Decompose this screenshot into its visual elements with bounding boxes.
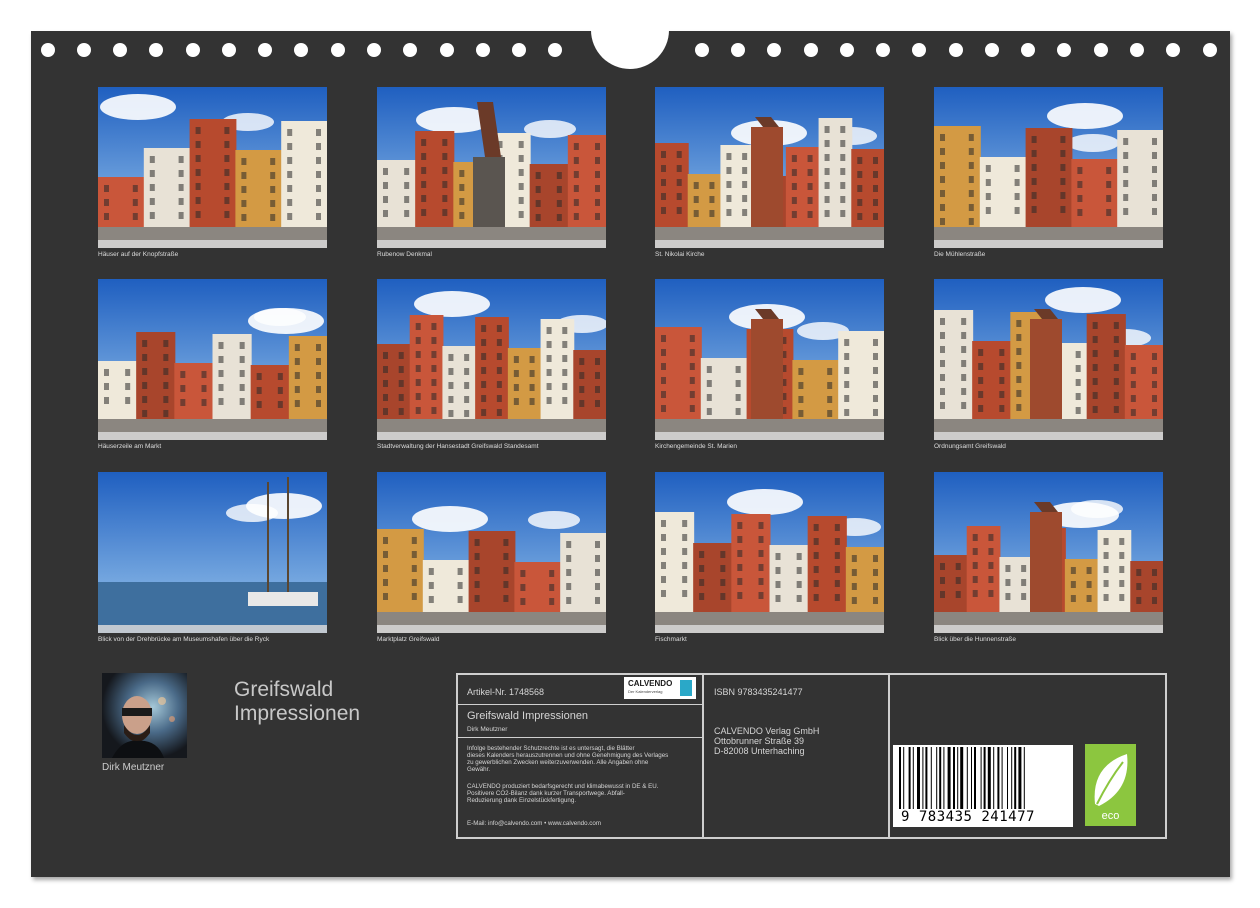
binding-hole xyxy=(876,43,890,57)
eco-line: CALVENDO produziert bedarfsgerecht und k… xyxy=(467,783,659,790)
binding-hole xyxy=(1130,43,1144,57)
binding-hole xyxy=(1203,43,1217,57)
calendar-thumbnail xyxy=(98,279,327,440)
photo-caption: Häuserzeile am Markt xyxy=(98,443,162,450)
product-title: Greifswald Impressionen xyxy=(467,710,589,722)
calendar-back-page: Häuser auf der Knopfstraße Rubenow Denkma… xyxy=(31,29,1230,877)
photo-caption: St. Nikolai Kirche xyxy=(655,251,705,258)
author-portrait xyxy=(102,673,187,758)
barcode-bars xyxy=(899,747,1025,809)
legal-line: Gewähr. xyxy=(467,766,491,773)
binding-hole xyxy=(731,43,745,57)
binding-hole xyxy=(695,43,709,57)
calendar-title-line-2: Impressionen xyxy=(234,702,361,725)
calendar-thumbnail xyxy=(655,87,884,248)
photo-caption: Stadtverwaltung der Hansestadt Greifswal… xyxy=(377,443,539,450)
calendar-thumbnail xyxy=(377,279,606,440)
photo-caption: Häuser auf der Knopfstraße xyxy=(98,251,179,258)
calendar-thumbnail xyxy=(655,472,884,633)
binding-hole xyxy=(840,43,854,57)
binding-hole xyxy=(186,43,200,57)
publisher-address: CALVENDO Verlag GmbH Ottobrunner Straße … xyxy=(714,726,819,756)
calendar-thumbnail xyxy=(655,279,884,440)
photo-caption: Blick über die Hunnenstraße xyxy=(934,636,1017,643)
calendar-title-line-1: Greifswald xyxy=(234,678,334,701)
binding-hole xyxy=(440,43,454,57)
calendar-thumbnail xyxy=(98,87,327,248)
binding-hole xyxy=(912,43,926,57)
photo-caption: Blick von der Drehbrücke am Museumshafen… xyxy=(98,636,270,643)
divider xyxy=(458,737,702,738)
binding-hole xyxy=(41,43,55,57)
binding-hole xyxy=(222,43,236,57)
photo-caption: Marktplatz Greifswald xyxy=(377,636,440,643)
logo-subtitle: Der Kalenderverlag xyxy=(628,689,663,694)
photo-caption: Ordnungsamt Greifswald xyxy=(934,443,1006,450)
calendar-thumbnail xyxy=(934,87,1163,248)
calendar-thumbnail xyxy=(377,472,606,633)
photo-caption: Fischmarkt xyxy=(655,636,687,643)
binding-hole xyxy=(403,43,417,57)
calvendo-logo: CALVENDO Der Kalenderverlag xyxy=(624,677,696,699)
address-line: CALVENDO Verlag GmbH xyxy=(714,726,820,736)
address-line: Ottobrunner Straße 39 xyxy=(714,736,805,746)
calendar-thumbnail xyxy=(934,279,1163,440)
binding-hole xyxy=(1094,43,1108,57)
binding-hole xyxy=(1021,43,1035,57)
author-name: Dirk Meutzner xyxy=(102,762,165,773)
binding-hole xyxy=(1166,43,1180,57)
binding-hole xyxy=(804,43,818,57)
logo-wordmark: CALVENDO xyxy=(628,679,673,688)
binding-hole xyxy=(767,43,781,57)
binding-hole xyxy=(331,43,345,57)
binding-hole xyxy=(294,43,308,57)
binding-hole xyxy=(258,43,272,57)
eco-notice: CALVENDO produziert bedarfsgerecht und k… xyxy=(467,783,658,804)
binding-hole xyxy=(367,43,381,57)
calendar-title: Greifswald Impressionen xyxy=(234,678,360,726)
binding-hole xyxy=(113,43,127,57)
binding-hole xyxy=(512,43,526,57)
binding-hole xyxy=(985,43,999,57)
eco-line: Reduzierung dank Einzelstückfertigung. xyxy=(467,797,577,804)
photo-caption: Rubenow Denkmal xyxy=(377,251,432,258)
barcode: 9 783435 241477 xyxy=(893,745,1073,827)
legal-notice: Infolge bestehender Schutzrechte ist es … xyxy=(467,745,668,773)
eco-label: eco xyxy=(1101,810,1120,822)
photo-caption: Die Mühlenstraße xyxy=(934,251,986,258)
logo-mark-icon xyxy=(680,680,692,696)
photo-caption: Kirchengemeinde St. Marien xyxy=(655,443,738,450)
binding-hole xyxy=(1057,43,1071,57)
eco-line: Positivere CO2-Bilanz dank kurzer Transp… xyxy=(467,790,625,797)
legal-line: dieses Kalenders herauszutrennen und ohn… xyxy=(467,752,669,759)
binding-hole xyxy=(548,43,562,57)
binding-hole xyxy=(476,43,490,57)
eco-badge: eco xyxy=(1085,744,1136,826)
contact-line: E-Mail: info@calvendo.com • www.calvendo… xyxy=(467,820,601,827)
legal-line: zu gewerblichen Zwecken weiterzuverwende… xyxy=(467,759,649,766)
binding-hole xyxy=(149,43,163,57)
publisher-box xyxy=(702,673,890,839)
legal-line: Infolge bestehender Schutzrechte ist es … xyxy=(467,745,635,752)
article-number: Artikel-Nr. 1748568 xyxy=(467,687,545,697)
calendar-thumbnail xyxy=(377,87,606,248)
isbn: ISBN 9783435241477 xyxy=(714,687,803,697)
calendar-thumbnail xyxy=(934,472,1163,633)
address-line: D-82008 Unterhaching xyxy=(714,746,805,756)
calendar-thumbnail xyxy=(98,472,327,633)
divider xyxy=(458,704,702,705)
binding-hole xyxy=(77,43,91,57)
product-author: Dirk Meutzner xyxy=(467,726,508,733)
hanger-notch xyxy=(591,29,669,69)
binding-hole xyxy=(949,43,963,57)
barcode-digits: 9 783435 241477 xyxy=(901,809,1035,825)
